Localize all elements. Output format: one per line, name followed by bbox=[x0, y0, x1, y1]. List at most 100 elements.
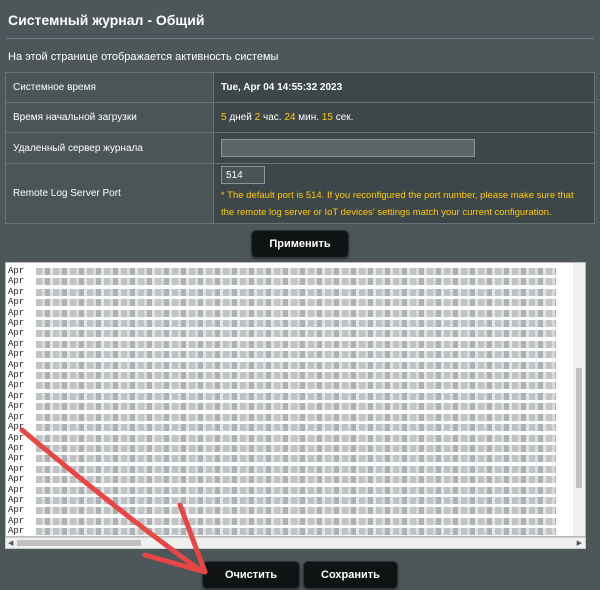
remote-server-label: Удаленный сервер журнала bbox=[5, 132, 214, 164]
log-line: Apr bbox=[8, 412, 585, 422]
log-line-month: Apr bbox=[8, 370, 25, 381]
log-line: Apr bbox=[8, 474, 585, 484]
log-line-redacted bbox=[36, 268, 556, 275]
settings-table: Системное время Tue, Apr 04 14:55:32 202… bbox=[5, 72, 595, 224]
log-line-month: Apr bbox=[8, 328, 25, 339]
log-line-month: Apr bbox=[8, 474, 25, 485]
log-horizontal-scroll-thumb[interactable] bbox=[17, 540, 141, 546]
log-line-month: Apr bbox=[8, 484, 25, 495]
scroll-right-icon[interactable]: ▶ bbox=[577, 539, 582, 547]
log-line: Apr bbox=[8, 443, 585, 453]
uptime-seconds-unit: сек. bbox=[335, 112, 354, 123]
log-line-redacted bbox=[36, 403, 556, 411]
log-line: Apr bbox=[8, 349, 585, 359]
log-line-redacted bbox=[36, 392, 556, 400]
log-line: Apr bbox=[8, 276, 585, 286]
log-line-redacted bbox=[36, 288, 556, 296]
log-line-redacted bbox=[36, 528, 556, 536]
log-line-redacted bbox=[36, 340, 556, 348]
log-line-month: Apr bbox=[8, 380, 25, 391]
log-line: Apr bbox=[8, 453, 585, 463]
log-line-month: Apr bbox=[8, 390, 25, 401]
log-line: Apr bbox=[8, 516, 585, 526]
log-line-redacted bbox=[36, 476, 556, 484]
uptime-days-unit: дней bbox=[229, 112, 252, 123]
system-time-label: Системное время bbox=[5, 72, 214, 103]
log-line-redacted bbox=[36, 278, 556, 286]
log-line-redacted bbox=[36, 330, 556, 338]
log-line-month: Apr bbox=[8, 266, 25, 276]
log-line-month: Apr bbox=[8, 276, 25, 287]
log-line-redacted bbox=[36, 517, 556, 525]
log-line: Apr bbox=[8, 297, 585, 307]
log-line: Apr bbox=[8, 287, 585, 297]
log-line: Apr bbox=[8, 433, 585, 443]
log-line-month: Apr bbox=[8, 297, 25, 308]
log-line: Apr bbox=[8, 328, 585, 338]
log-line-redacted bbox=[36, 413, 556, 421]
log-line: Apr bbox=[8, 505, 585, 515]
log-line: Apr bbox=[8, 391, 585, 401]
uptime-hours-unit: час. bbox=[262, 112, 282, 123]
log-line-month: Apr bbox=[8, 526, 25, 537]
uptime-seconds: 15 bbox=[321, 112, 333, 123]
port-note: * The default port is 514. If you reconf… bbox=[221, 190, 574, 218]
uptime-label: Время начальной загрузки bbox=[5, 102, 214, 133]
log-line: Apr bbox=[8, 422, 585, 432]
log-line-month: Apr bbox=[8, 432, 25, 443]
scroll-left-icon[interactable]: ◀ bbox=[8, 539, 13, 547]
log-line-redacted bbox=[36, 361, 556, 369]
log-line-month: Apr bbox=[8, 338, 25, 349]
page-title: Системный журнал - Общий bbox=[8, 12, 205, 28]
log-line: Apr bbox=[8, 370, 585, 380]
system-log-textarea[interactable]: Apr Apr Apr Apr Apr Apr Apr Apr Apr Apr Apr Apr Apr A… bbox=[5, 262, 586, 537]
clear-log-button[interactable]: Очистить bbox=[202, 561, 300, 589]
log-line-redacted bbox=[36, 455, 556, 463]
log-line-redacted bbox=[36, 309, 556, 317]
log-line: Apr bbox=[8, 401, 585, 411]
log-line-month: Apr bbox=[8, 442, 25, 453]
uptime-hours: 2 bbox=[254, 112, 261, 123]
log-line-redacted bbox=[36, 486, 556, 494]
log-line-month: Apr bbox=[8, 318, 25, 329]
log-horizontal-scrollbar[interactable]: ◀ ▶ bbox=[5, 537, 586, 549]
log-line: Apr bbox=[8, 485, 585, 495]
uptime-value: 5 дней 2 час. 24 мин. 15 сек. bbox=[213, 102, 595, 133]
log-line: Apr bbox=[8, 308, 585, 318]
log-line-month: Apr bbox=[8, 401, 25, 412]
log-line: Apr bbox=[8, 380, 585, 390]
log-line: Apr bbox=[8, 495, 585, 505]
log-vertical-scroll-thumb[interactable] bbox=[576, 368, 582, 488]
system-time-value: Tue, Apr 04 14:55:32 2023 bbox=[213, 72, 595, 103]
log-line-redacted bbox=[36, 424, 556, 432]
log-line-redacted bbox=[36, 434, 556, 442]
uptime-days: 5 bbox=[221, 112, 227, 123]
title-divider bbox=[6, 38, 594, 39]
page-subtitle: На этой странице отображается активность… bbox=[8, 51, 279, 63]
log-lines: Apr Apr Apr Apr Apr Apr Apr Apr Apr Apr Apr Apr Apr A… bbox=[6, 263, 585, 536]
log-line-month: Apr bbox=[8, 359, 25, 370]
log-line: Apr bbox=[8, 526, 585, 536]
uptime-minutes: 24 bbox=[284, 112, 296, 123]
log-vertical-scrollbar[interactable] bbox=[573, 263, 585, 536]
save-log-button[interactable]: Сохранить bbox=[303, 561, 398, 589]
log-line: Apr bbox=[8, 339, 585, 349]
apply-button[interactable]: Применить bbox=[251, 230, 349, 258]
log-line: Apr bbox=[8, 360, 585, 370]
log-line-redacted bbox=[36, 351, 556, 359]
log-line-redacted bbox=[36, 507, 556, 515]
log-line-redacted bbox=[36, 465, 556, 473]
remote-server-input[interactable] bbox=[221, 139, 475, 157]
log-line-month: Apr bbox=[8, 307, 25, 318]
log-line: Apr bbox=[8, 266, 585, 276]
log-line-month: Apr bbox=[8, 505, 25, 516]
log-line-month: Apr bbox=[8, 422, 25, 433]
uptime-minutes-unit: мин. bbox=[298, 112, 319, 123]
log-line: Apr bbox=[8, 318, 585, 328]
log-line-redacted bbox=[36, 372, 556, 380]
log-line: Apr bbox=[8, 464, 585, 474]
log-line-month: Apr bbox=[8, 286, 25, 297]
remote-port-input[interactable]: 514 bbox=[221, 166, 265, 184]
log-line-month: Apr bbox=[8, 411, 25, 422]
log-line-redacted bbox=[36, 382, 556, 390]
